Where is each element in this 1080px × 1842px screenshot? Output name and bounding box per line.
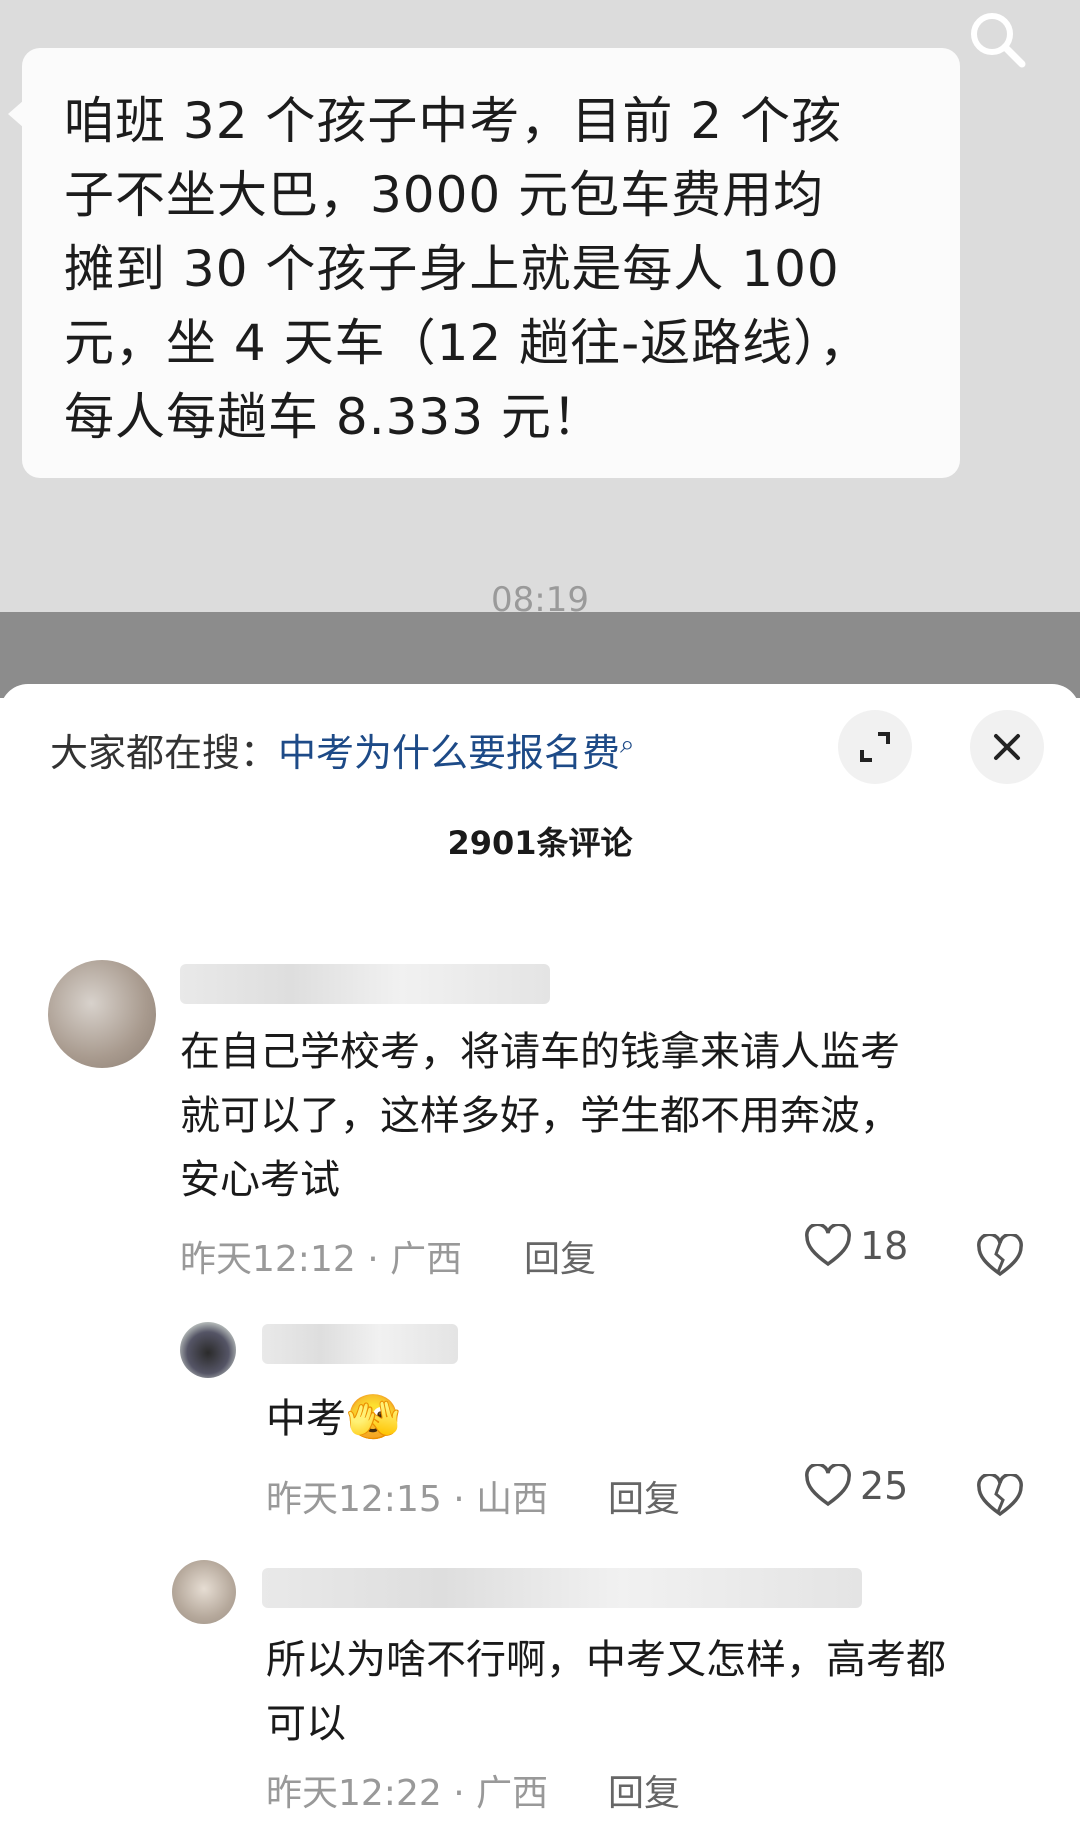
avatar[interactable] [48,960,156,1068]
reply-button[interactable]: 回复 [608,1764,680,1816]
comment-sheet: 大家都在搜：中考为什么要报名费⌕ 2901条评论 在自己学校考，将请车的钱拿来请… [0,684,1080,1842]
like-button[interactable]: 18 [804,1224,908,1268]
comment-text: 在自己学校考，将请车的钱拿来请人监考 就可以了，这样多好，学生都不用奔波， 安心… [180,1029,900,1203]
like-count: 18 [860,1224,909,1268]
chat-bubble: 咱班 32 个孩子中考，目前 2 个孩 子不坐大巴，3000 元包车费用均 摊到… [22,48,960,478]
username-blurred [262,1324,458,1364]
reply-button[interactable]: 回复 [524,1230,596,1282]
comment-count: 2901条评论 [447,824,633,862]
comment-text: 所以为啥不行啊，中考又怎样，高考都 可以 [266,1637,946,1747]
avatar[interactable] [172,1560,236,1624]
like-button[interactable]: 25 [804,1464,908,1508]
trending-search-link[interactable]: 中考为什么要报名费 [278,731,620,775]
like-count: 25 [860,1464,909,1508]
expand-button[interactable] [838,710,912,784]
comment-meta: 昨天12:22 · 广西 [266,1773,549,1814]
expand-icon [860,732,890,762]
comment-text: 中考🫣 [266,1386,1026,1451]
emoji-icon: 🫣 [346,1392,401,1443]
comment-meta: 昨天12:12 · 广西 [180,1239,463,1280]
username-blurred [180,964,550,1004]
search-icon[interactable]: ⌕ [620,729,635,759]
comment-meta: 昨天12:15 · 山西 [266,1479,549,1520]
comment-text-body: 中考 [266,1396,346,1442]
heart-icon [805,1224,851,1267]
broken-heart-icon[interactable] [976,1474,1024,1518]
chat-screenshot: 咱班 32 个孩子中考，目前 2 个孩 子不坐大巴，3000 元包车费用均 摊到… [0,0,1080,620]
close-icon [994,734,1020,760]
chat-message: 咱班 32 个孩子中考，目前 2 个孩 子不坐大巴，3000 元包车费用均 摊到… [64,92,871,446]
broken-heart-icon[interactable] [976,1234,1024,1278]
trending-search-row: 大家都在搜：中考为什么要报名费⌕ [50,722,635,777]
bubble-tail [8,100,24,128]
username-blurred [262,1568,862,1608]
reply-button[interactable]: 回复 [608,1470,680,1522]
search-icon[interactable] [962,4,1032,74]
heart-icon [805,1464,851,1507]
trending-search-label: 大家都在搜： [50,731,279,775]
close-button[interactable] [970,710,1044,784]
avatar[interactable] [180,1322,236,1378]
